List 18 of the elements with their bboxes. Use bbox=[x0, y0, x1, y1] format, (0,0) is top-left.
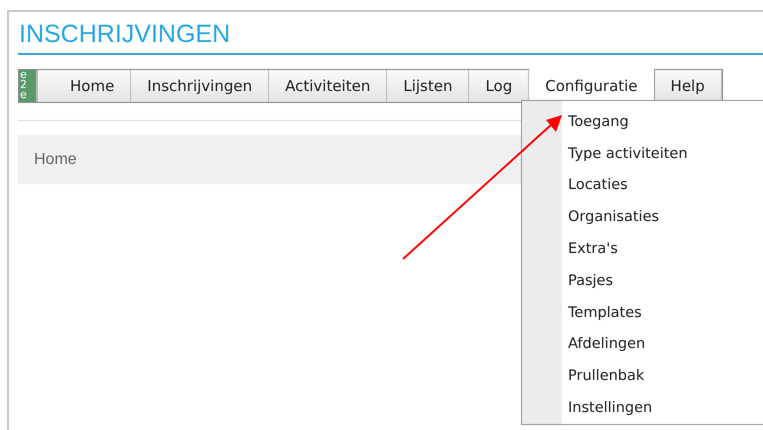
menu-tab[interactable]: Configuratie bbox=[529, 69, 655, 103]
panel-heading: Home bbox=[33, 150, 77, 168]
dropdown-item[interactable]: Prullenbak bbox=[522, 360, 644, 392]
dropdown-item[interactable]: Templates bbox=[522, 296, 642, 329]
dropdown-item[interactable]: Instellingen bbox=[522, 392, 652, 424]
menu-tab[interactable]: Home bbox=[54, 70, 132, 102]
page-title: INSCHRIJVINGEN bbox=[18, 19, 232, 50]
menu-tab[interactable]: Inschrijvingen bbox=[131, 70, 270, 102]
logo: e 2 e bbox=[19, 70, 38, 102]
dropdown-item[interactable]: Afdelingen bbox=[522, 328, 646, 360]
menu-tab[interactable]: Activiteiten bbox=[269, 70, 388, 102]
dropdown-item[interactable]: Type activiteiten bbox=[522, 138, 688, 170]
dropdown-item[interactable]: Pasjes bbox=[522, 264, 614, 297]
dropdown-item[interactable]: Organisaties bbox=[522, 201, 660, 234]
menu-tab[interactable]: Lijsten bbox=[387, 70, 470, 102]
dropdown-item[interactable]: Locaties bbox=[522, 170, 628, 202]
dropdown-item[interactable]: Toegang bbox=[522, 106, 629, 138]
dropdown-item[interactable]: Extra's bbox=[522, 233, 618, 265]
